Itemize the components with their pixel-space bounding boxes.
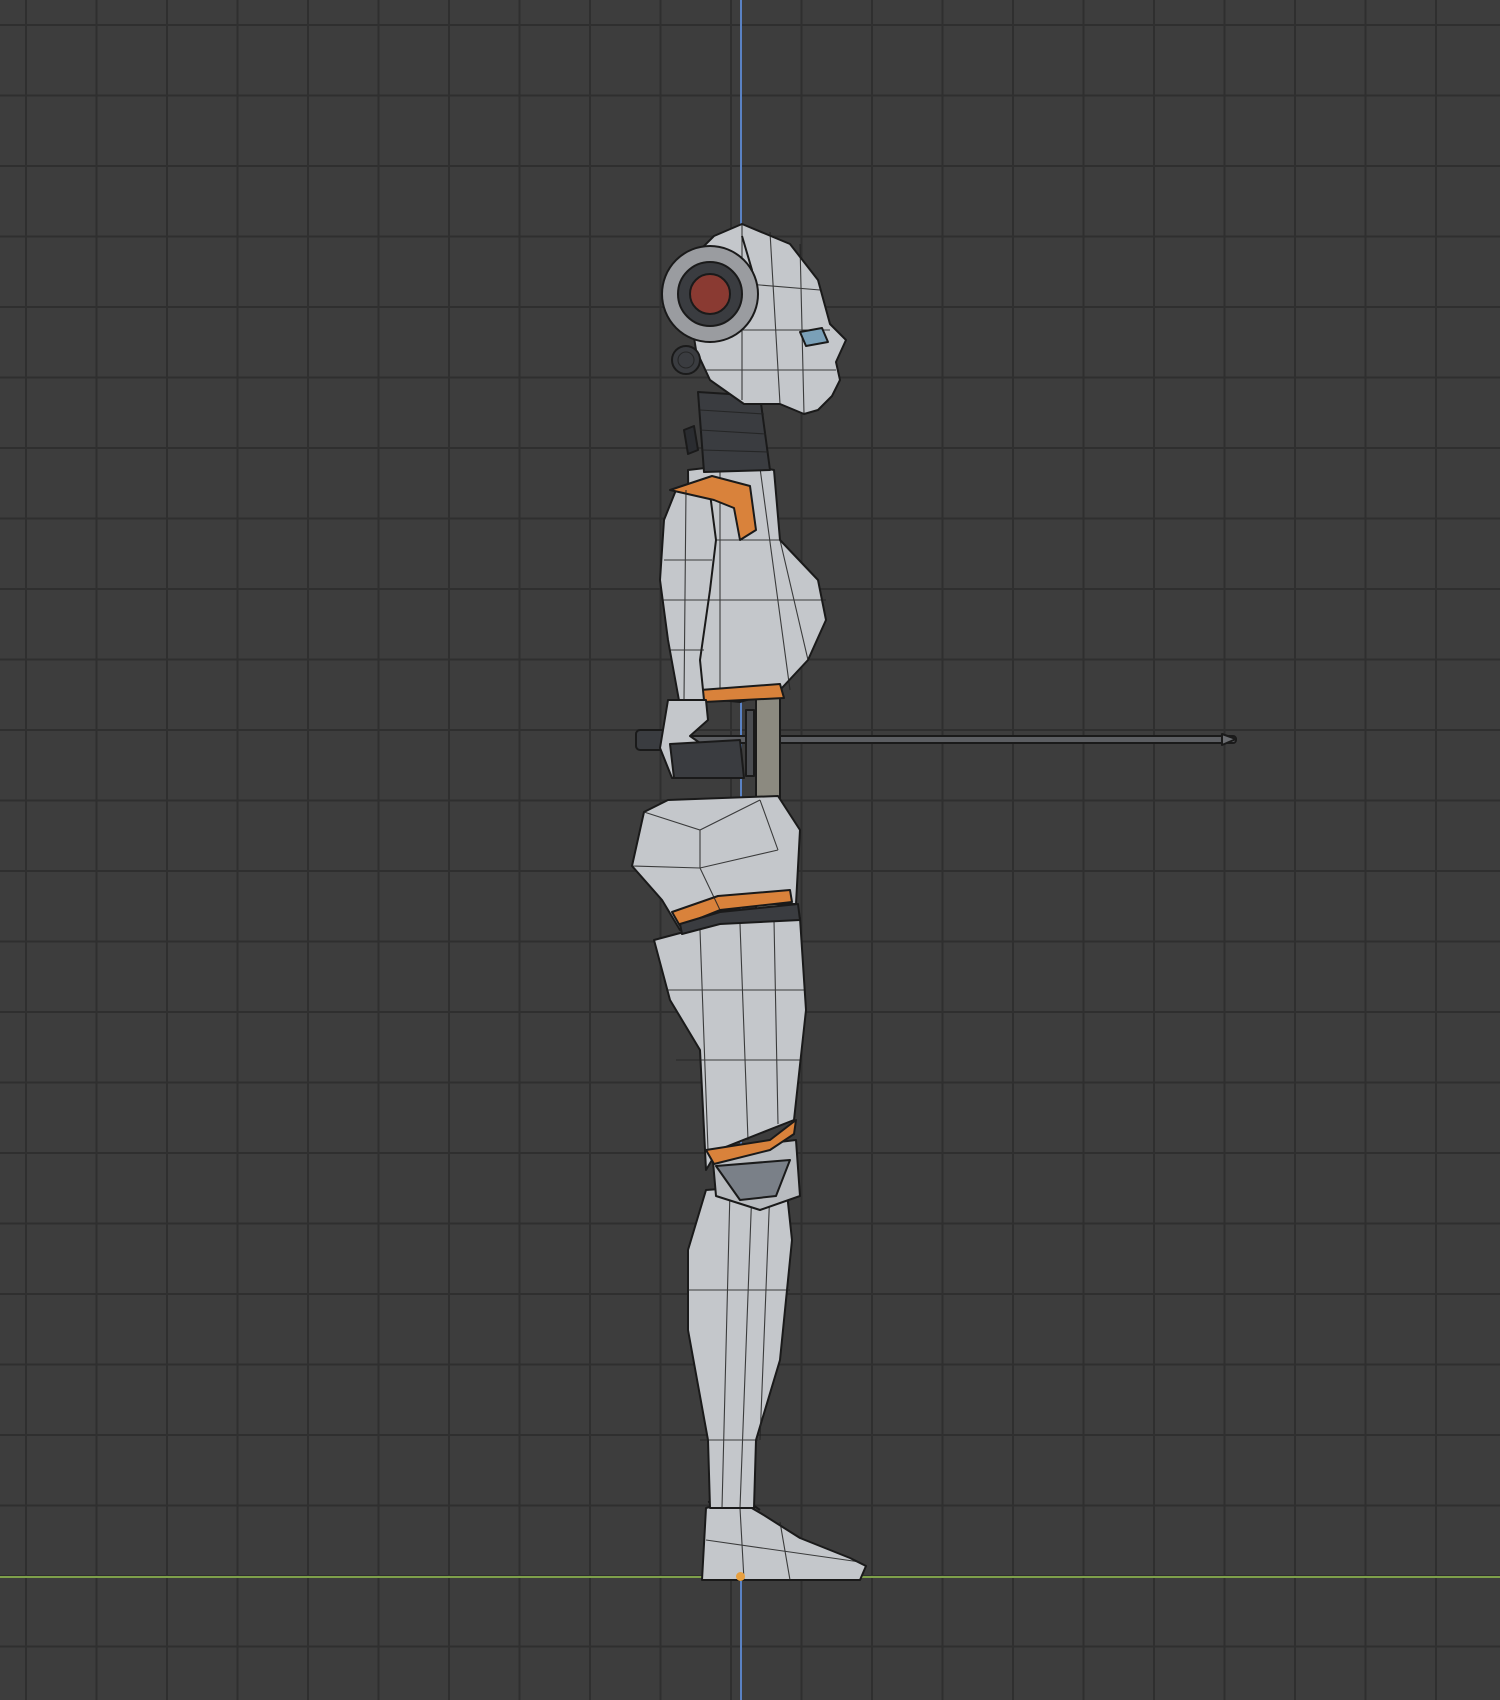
foot-shape — [701, 1499, 867, 1581]
3d-viewport[interactable] — [0, 0, 1500, 1700]
shin-shape — [687, 1183, 793, 1509]
character-model[interactable] — [0, 0, 1500, 1700]
hip[interactable] — [631, 795, 801, 935]
earring — [671, 345, 701, 375]
thigh[interactable] — [653, 917, 807, 1171]
eye — [799, 327, 829, 347]
shin[interactable] — [687, 1183, 793, 1509]
origin-point[interactable] — [736, 1572, 745, 1581]
headphone-red-center — [689, 273, 731, 315]
spear-guard — [745, 709, 755, 777]
